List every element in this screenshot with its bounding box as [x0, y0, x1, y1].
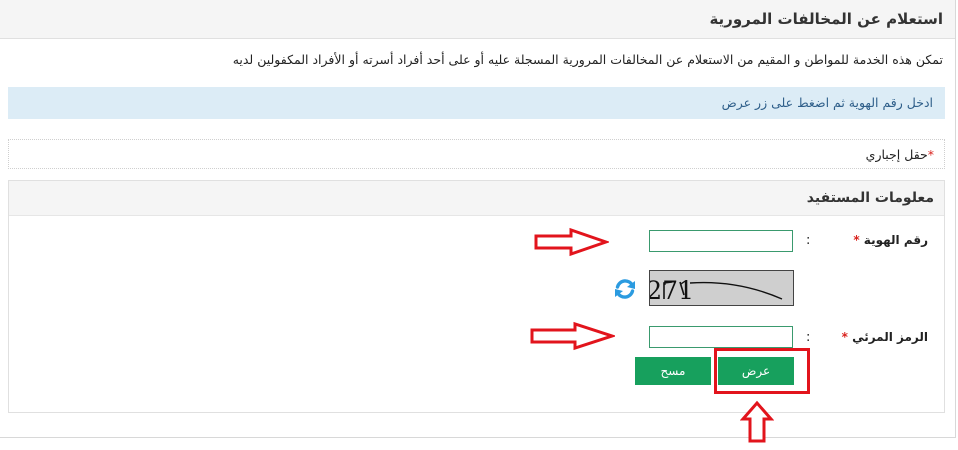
inquiry-panel: استعلام عن المخالفات المرورية تمكن هذه ا… — [0, 0, 956, 438]
highlight-box — [714, 348, 810, 394]
clear-button[interactable]: مسح — [635, 357, 711, 385]
id-label: رقم الهوية * — [853, 233, 928, 247]
id-required-star: * — [853, 233, 860, 247]
required-field-note: *حقل إجباري — [8, 139, 945, 169]
captcha-required-star: * — [841, 330, 848, 344]
info-message: ادخل رقم الهوية ثم اضغط على زر عرض — [8, 87, 945, 119]
captcha-label: الرمز المرئي * — [842, 330, 928, 344]
captcha-image: 8271 — [649, 270, 794, 306]
id-label-text: رقم الهوية — [863, 233, 928, 247]
annotation-arrow-left-icon — [534, 227, 609, 257]
id-number-input[interactable] — [649, 230, 793, 252]
required-note-text: حقل إجباري — [865, 147, 928, 162]
captcha-input[interactable] — [649, 326, 793, 348]
required-star: * — [927, 147, 934, 162]
refresh-icon[interactable] — [612, 276, 638, 302]
id-colon: : — [806, 233, 811, 248]
annotation-arrow-left-icon — [530, 321, 615, 351]
captcha-label-text: الرمز المرئي — [852, 330, 928, 344]
annotation-arrow-up-icon — [740, 400, 774, 443]
form-title: معلومات المستفيد — [9, 181, 944, 216]
captcha-colon: : — [806, 330, 811, 345]
captcha-text: 8271 — [650, 276, 694, 305]
service-description: تمكن هذه الخدمة للمواطن و المقيم من الاس… — [232, 52, 943, 67]
page-title: استعلام عن المخالفات المرورية — [0, 0, 955, 39]
